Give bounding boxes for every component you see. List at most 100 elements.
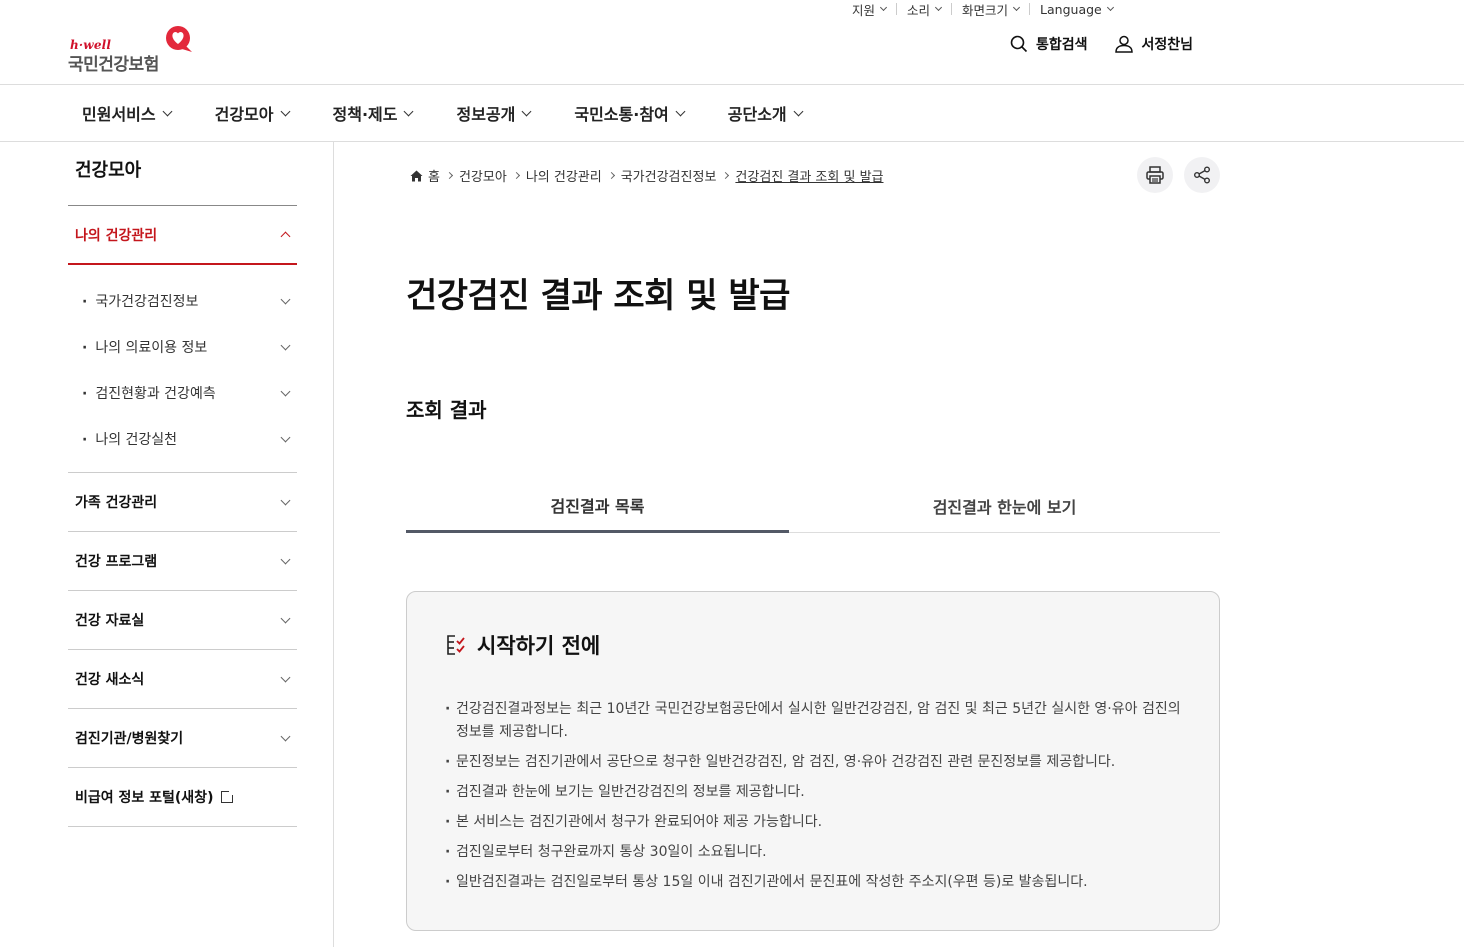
breadcrumb-home[interactable]: 홈 <box>428 166 440 185</box>
gnb-label: 민원서비스 <box>82 105 156 124</box>
chevron-down-icon <box>280 106 290 116</box>
chevron-down-icon <box>675 106 686 116</box>
breadcrumb: 홈 건강모아 나의 건강관리 국가건강검진정보 건강검진 결과 조회 및 발급 <box>410 166 884 185</box>
sidebar-item-health-library[interactable]: 건강 자료실 <box>68 591 297 650</box>
sound-menu[interactable]: 소리 <box>897 0 951 19</box>
share-button[interactable] <box>1184 157 1220 193</box>
chevron-down-icon <box>280 340 291 350</box>
chevron-down-icon <box>879 3 888 12</box>
chevron-down-icon <box>280 432 291 442</box>
sidebar-item-label: 나의 건강관리 <box>75 227 158 244</box>
chevron-up-icon <box>280 231 291 242</box>
notice-list: 건강검진결과정보는 최근 10년간 국민건강보험공단에서 실시한 일반건강검진,… <box>445 698 1181 894</box>
user-icon <box>1114 35 1133 53</box>
header-actions: 통합검색 서정찬님 <box>1010 34 1193 54</box>
share-icon <box>1194 166 1210 184</box>
chevron-down-icon <box>280 554 291 564</box>
support-label: 지원 <box>852 2 876 18</box>
sidebar: 나의 건강관리 국가건강검진정보 나의 의료이용 정보 검진현황과 건강예측 나… <box>68 205 297 827</box>
list-item: 문진정보는 검진기관에서 공단으로 청구한 일반건강검진, 암 검진, 영·유아… <box>445 751 1185 774</box>
sidebar-item-noncovered-portal[interactable]: 비급여 정보 포털(새창) <box>68 768 297 827</box>
gnb-label: 공단소개 <box>727 105 787 124</box>
gnb-divider <box>0 141 1464 142</box>
breadcrumb-item[interactable]: 건강모아 <box>459 166 507 185</box>
printer-icon <box>1146 166 1164 184</box>
sidebar-item-label: 가족 건강관리 <box>75 495 158 511</box>
list-item: 검진일로부터 청구완료까지 통상 30일이 소요됩니다. <box>445 841 1185 864</box>
gnb-label: 정보공개 <box>456 105 516 124</box>
gnb-item-info-disclosure[interactable]: 정보공개 <box>456 101 532 125</box>
sidebar-item-family-health[interactable]: 가족 건강관리 <box>68 473 297 532</box>
chevron-right-icon <box>607 171 615 180</box>
chevron-down-icon <box>404 106 414 116</box>
chevron-down-icon <box>521 106 532 116</box>
tab-result-overview[interactable]: 검진결과 한눈에 보기 <box>789 486 1220 532</box>
language-menu[interactable]: Language <box>1030 2 1123 17</box>
sidebar-submenu: 국가건강검진정보 나의 의료이용 정보 검진현황과 건강예측 나의 건강실천 <box>68 265 297 473</box>
chevron-down-icon <box>280 613 291 623</box>
sidebar-item-label: 비급여 정보 포털(새창) <box>75 790 214 806</box>
support-menu[interactable]: 지원 <box>852 0 896 19</box>
list-item: 일반검진결과는 검진일로부터 통상 15일 이내 검진기관에서 문진표에 작성한… <box>445 871 1185 894</box>
home-icon <box>410 170 423 181</box>
checklist-icon <box>447 635 465 655</box>
sidebar-item-label: 건강 프로그램 <box>75 554 158 570</box>
user-name: 서정찬님 <box>1141 37 1194 53</box>
tab-label: 검진결과 한눈에 보기 <box>932 498 1077 517</box>
print-button[interactable] <box>1137 157 1173 193</box>
gnb-item-policy[interactable]: 정책·제도 <box>332 101 414 125</box>
gnb-item-civil-service[interactable]: 민원서비스 <box>82 101 173 125</box>
sidebar-item-label: 건강 자료실 <box>75 613 145 629</box>
search-label: 통합검색 <box>1036 37 1088 53</box>
user-menu-button[interactable]: 서정찬님 <box>1114 34 1194 54</box>
sidebar-item-label: 건강 새소식 <box>75 672 145 688</box>
sub-item-checkup-info[interactable]: 국가건강검진정보 <box>68 278 297 324</box>
chevron-down-icon <box>280 386 291 396</box>
heart-logo-icon <box>166 26 192 52</box>
breadcrumb-item[interactable]: 국가건강검진정보 <box>621 166 717 185</box>
gnb-label: 정책·제도 <box>332 105 398 124</box>
sidebar-title: 건강모아 <box>75 160 142 181</box>
gnb-label: 건강모아 <box>214 105 274 124</box>
gnb-item-about[interactable]: 공단소개 <box>727 101 804 125</box>
gnb-item-communication[interactable]: 국민소통·참여 <box>574 101 686 125</box>
site-logo[interactable]: h·well 국민건강보험 <box>68 24 198 75</box>
chevron-down-icon <box>162 106 173 116</box>
integrated-search-button[interactable]: 통합검색 <box>1010 34 1088 54</box>
sub-item-label: 검진현황과 건강예측 <box>82 383 215 403</box>
list-item: 건강검진결과정보는 최근 10년간 국민건강보험공단에서 실시한 일반건강검진,… <box>445 698 1185 744</box>
sub-item-health-practice[interactable]: 나의 건강실천 <box>68 416 297 462</box>
language-label: Language <box>1040 1 1102 17</box>
sub-item-label: 나의 의료이용 정보 <box>82 337 207 357</box>
sound-label: 소리 <box>907 2 931 18</box>
utility-bar: 지원 소리 화면크기 Language <box>852 0 1123 18</box>
external-link-icon <box>221 789 236 803</box>
logo-name: 국민건강보험 <box>68 55 159 75</box>
tab-result-list[interactable]: 검진결과 목록 <box>406 486 789 533</box>
chevron-down-icon <box>934 3 943 12</box>
section-title: 조회 결과 <box>406 398 487 422</box>
screen-size-label: 화면크기 <box>962 2 1009 18</box>
chevron-down-icon <box>1106 3 1114 12</box>
chevron-right-icon <box>512 171 520 180</box>
gnb-label: 국민소통·참여 <box>574 105 669 124</box>
sidebar-item-health-news[interactable]: 건강 새소식 <box>68 650 297 709</box>
sidebar-item-hospital-finder[interactable]: 검진기관/병원찾기 <box>68 709 297 768</box>
gnb-item-health-moa[interactable]: 건강모아 <box>214 101 290 125</box>
chevron-down-icon <box>280 294 291 304</box>
breadcrumb-current[interactable]: 건강검진 결과 조회 및 발급 <box>735 166 883 185</box>
sidebar-divider <box>333 142 334 947</box>
sub-item-checkup-status[interactable]: 검진현황과 건강예측 <box>68 370 297 416</box>
sidebar-item-health-program[interactable]: 건강 프로그램 <box>68 532 297 591</box>
chevron-right-icon <box>445 171 454 180</box>
chevron-down-icon <box>280 495 291 505</box>
chevron-down-icon <box>280 731 291 741</box>
sub-item-medical-usage[interactable]: 나의 의료이용 정보 <box>68 324 297 370</box>
sidebar-item-label: 검진기관/병원찾기 <box>75 731 184 747</box>
sub-item-label: 나의 건강실천 <box>82 429 177 449</box>
sidebar-item-my-health[interactable]: 나의 건강관리 <box>68 205 297 265</box>
screen-size-menu[interactable]: 화면크기 <box>952 0 1029 19</box>
search-icon <box>1010 35 1028 53</box>
breadcrumb-item[interactable]: 나의 건강관리 <box>526 166 602 185</box>
chevron-down-icon <box>1013 3 1021 12</box>
